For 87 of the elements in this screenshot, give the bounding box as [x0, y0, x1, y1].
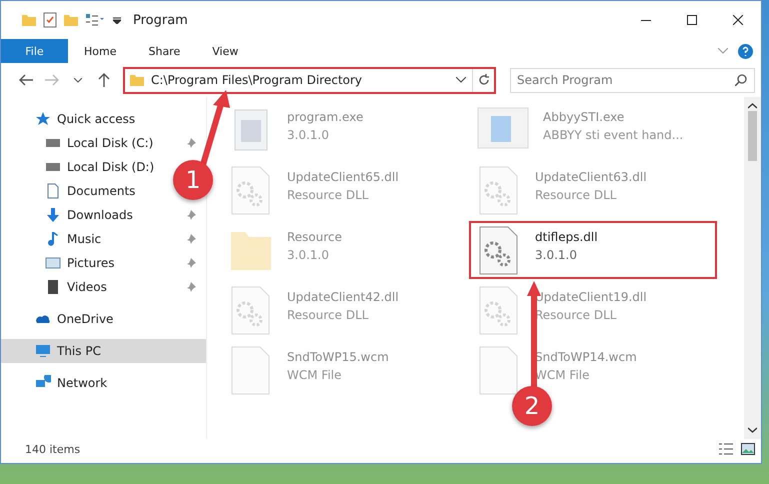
scrollbar[interactable] — [744, 97, 761, 439]
file-detail: Resource DLL — [287, 188, 370, 202]
sidebar-label: Downloads — [67, 208, 134, 222]
file-name: program.exe — [287, 110, 364, 124]
pin-icon[interactable] — [186, 258, 196, 268]
ribbon-tab[interactable]: Home — [68, 39, 132, 63]
sidebar-label: Local Disk (D:) — [67, 160, 154, 174]
file-item[interactable]: dtifleps.dll 3.0.1.0 — [469, 221, 717, 279]
chevron-down-icon — [74, 78, 82, 82]
close-icon — [733, 15, 743, 25]
window-title: Program — [133, 12, 188, 28]
pin-icon[interactable] — [186, 210, 196, 220]
chevron-down-icon[interactable] — [456, 77, 466, 83]
sidebar-item[interactable]: Pictures — [1, 251, 206, 275]
properties-icon[interactable] — [85, 13, 107, 27]
file-name: UpdateClient65.dll — [287, 170, 399, 184]
window-icon — [477, 106, 529, 150]
star-icon — [35, 111, 51, 127]
folder-icon — [63, 12, 79, 28]
file-detail: WCM File — [535, 368, 590, 382]
ribbon-tab[interactable]: File — [1, 39, 68, 63]
sidebar-item[interactable]: Quick access — [1, 107, 146, 131]
file-name: UpdateClient19.dll — [535, 290, 647, 304]
sidebar-label: Local Disk (C:) — [67, 136, 154, 150]
file-detail: ABBYY sti event hand... — [543, 128, 684, 142]
film-icon — [45, 279, 61, 295]
up-arrow-icon — [98, 73, 110, 87]
left-arrow-icon — [19, 74, 33, 86]
maximize-icon — [687, 15, 697, 25]
sidebar-item[interactable]: This PC — [1, 339, 206, 363]
file-detail: WCM File — [287, 368, 342, 382]
item-count: 140 items — [25, 442, 80, 456]
search-field[interactable]: Search Program — [510, 68, 755, 92]
picture-icon[interactable] — [741, 443, 755, 455]
file-detail: Resource DLL — [287, 308, 370, 322]
document-icon — [45, 183, 61, 199]
refresh-icon — [478, 74, 490, 86]
file-name: SndToWP15.wcm — [287, 350, 389, 364]
monitor-icon — [35, 343, 51, 359]
address-bar[interactable]: C:\Program Files\Program Directory — [123, 66, 496, 94]
sidebar-label: Quick access — [57, 112, 136, 126]
search-icon — [735, 74, 747, 86]
sidebar-label: This PC — [57, 344, 102, 358]
right-arrow-icon — [45, 74, 59, 86]
sidebar-item[interactable]: Local Disk (D:) — [1, 155, 164, 179]
ribbon-tab[interactable]: View — [196, 39, 254, 63]
sidebar-item[interactable]: Local Disk (C:) — [1, 131, 206, 155]
sidebar-label: OneDrive — [57, 312, 114, 326]
file-detail: 3.0.1.0 — [287, 248, 330, 262]
chevron-up-icon[interactable] — [748, 103, 757, 109]
caret-icon[interactable] — [113, 16, 121, 24]
sidebar-item[interactable]: Downloads — [1, 203, 206, 227]
file-detail: Resource DLL — [535, 188, 618, 202]
sidebar-item[interactable]: Documents — [1, 179, 146, 203]
sidebar-item[interactable]: Videos — [1, 275, 206, 299]
file-detail: 3.0.1.0 — [287, 128, 330, 142]
sidebar-label: Videos — [67, 280, 108, 294]
file-name: Resource — [287, 230, 342, 244]
file-name: dtifleps.dll — [535, 230, 598, 244]
folder-icon — [21, 12, 37, 28]
folder-icon — [129, 72, 145, 88]
picture-icon — [45, 255, 61, 271]
sidebar-label: Documents — [67, 184, 136, 198]
pin-icon[interactable] — [186, 282, 196, 292]
pin-icon[interactable] — [186, 234, 196, 244]
ribbon-tab[interactable]: Share — [132, 39, 196, 63]
file-name: UpdateClient63.dll — [535, 170, 647, 184]
sidebar-item[interactable]: OneDrive — [1, 307, 124, 331]
details-view-icon[interactable] — [719, 443, 733, 455]
file-name: UpdateClient42.dll — [287, 290, 399, 304]
sidebar-label: Network — [57, 376, 108, 390]
file-name: SndToWP14.wcm — [535, 350, 637, 364]
sidebar-label: Music — [67, 232, 102, 246]
drive-icon — [45, 163, 61, 171]
checklist-icon[interactable] — [43, 12, 57, 28]
drive-icon — [45, 139, 61, 147]
music-note-icon — [45, 231, 61, 247]
sidebar-item[interactable]: Network — [1, 371, 118, 395]
file-detail: 3.0.1.0 — [535, 248, 578, 262]
sidebar-label: Pictures — [67, 256, 116, 270]
chevron-down-icon[interactable] — [748, 427, 757, 433]
scrollbar-thumb[interactable] — [748, 111, 757, 161]
file-name: AbbyySTI.exe — [543, 110, 626, 124]
down-arrow-icon — [45, 207, 61, 223]
sidebar-item[interactable]: Music — [1, 227, 206, 251]
help-icon[interactable] — [738, 44, 753, 58]
pin-icon[interactable] — [186, 138, 196, 148]
